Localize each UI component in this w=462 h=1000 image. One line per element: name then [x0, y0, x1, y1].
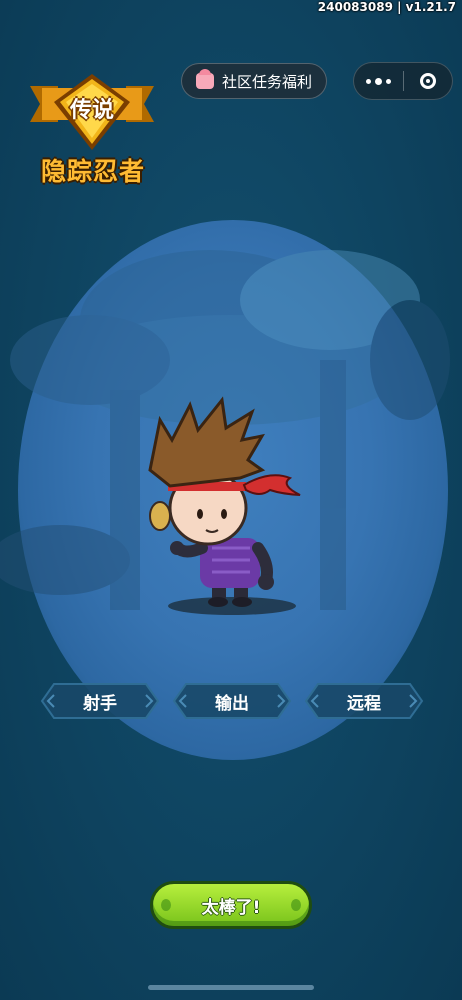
- confirm-button-label: 太棒了!: [201, 897, 261, 918]
- hero-tags: 射手 输出 远程: [40, 682, 424, 720]
- tag-label: 射手: [83, 693, 117, 714]
- tag-item: 射手: [40, 682, 160, 720]
- tag-label: 输出: [215, 693, 249, 714]
- home-indicator[interactable]: [148, 985, 314, 990]
- tag-label: 远程: [347, 693, 381, 714]
- ninja-character-icon: [148, 396, 301, 615]
- tag-item: 输出: [172, 682, 292, 720]
- confirm-button[interactable]: 太棒了!: [150, 881, 312, 929]
- hero-scene: [0, 250, 450, 615]
- tag-item: 远程: [304, 682, 424, 720]
